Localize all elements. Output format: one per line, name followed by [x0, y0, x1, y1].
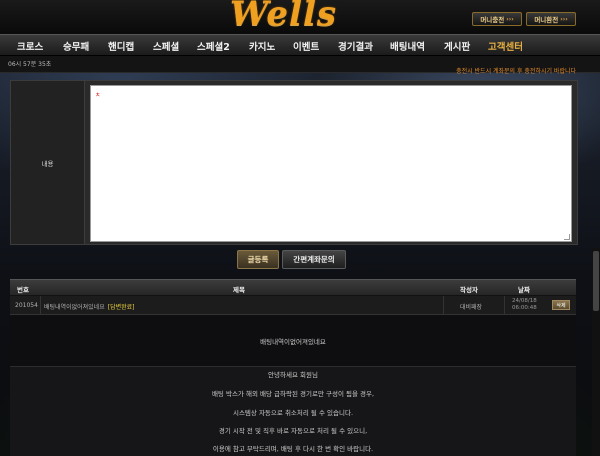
scrollbar-thumb[interactable]: [593, 251, 599, 311]
inquiry-table: 번호 제목 작성자 날짜 201054 배팅내역이없어져있네요 [답변완료] 대비…: [10, 279, 576, 456]
row-no: 201054: [15, 302, 38, 309]
delete-button[interactable]: 삭제: [552, 300, 570, 310]
chevron-right-icon: ›››: [560, 15, 568, 23]
header-no: 번호: [17, 286, 29, 294]
nav-item-board[interactable]: 게시판: [444, 39, 470, 53]
deposit-notice: 충전시 반드시 계좌문의 후 충전하시기 바랍니다: [456, 68, 576, 75]
row-title-text: 배팅내역이없어져있네요: [44, 304, 105, 311]
row-date: 24/08/18 06:00:48: [512, 298, 537, 312]
reply-line: 경기 시작 전 및 직후 바로 자동으로 처리 될 수 있으니,: [218, 427, 368, 435]
table-row[interactable]: 201054 배팅내역이없어져있네요 [답변완료] 대비패장 24/08/18 0…: [10, 296, 576, 315]
main-nav: 크로스 승무패 핸디캡 스페셜 스페셜2 카지노 이벤트 경기결과 배팅내역 게…: [0, 34, 600, 56]
money-charge-label: 머니충전: [480, 16, 505, 24]
header-author: 작성자: [460, 286, 478, 294]
money-exchange-label: 머니환전: [534, 16, 559, 24]
header-date: 날짜: [518, 286, 530, 294]
resize-handle-icon[interactable]: [564, 234, 570, 240]
account-inquiry-button[interactable]: 간편계좌문의: [282, 250, 346, 269]
row-date-time: 06:00:48: [512, 305, 537, 311]
status-bar: 06시 57분 35초 충전시 반드시 계좌문의 후 충전하시기 바랍니다: [0, 56, 600, 75]
nav-item-results[interactable]: 경기결과: [338, 39, 373, 53]
row-date-day: 24/08/18: [512, 298, 537, 304]
server-clock: 06시 57분 35초: [8, 61, 52, 68]
row-author: 대비패장: [460, 304, 483, 311]
nav-item-event[interactable]: 이벤트: [293, 39, 319, 53]
table-header: 번호 제목 작성자 날짜: [10, 279, 576, 296]
header-title: 제목: [233, 286, 245, 294]
money-charge-button[interactable]: 머니충전 ›››: [472, 12, 522, 26]
row-title[interactable]: 배팅내역이없어져있네요 [답변완료]: [44, 302, 135, 311]
admin-reply: 안녕하세요 회원님 배팅 박스가 해외 배당 급하락된 경기로만 구성이 됨을 …: [10, 367, 576, 456]
reply-line: 배팅 박스가 해외 배당 급하락된 경기로만 구성이 됨을 경우,: [211, 390, 375, 398]
answered-badge: [답변완료]: [107, 304, 135, 311]
nav-item-cross[interactable]: 크로스: [17, 39, 43, 53]
nav-item-special[interactable]: 스페셜: [153, 39, 179, 53]
money-exchange-button[interactable]: 머니환전 ›››: [526, 12, 576, 26]
site-logo[interactable]: Wells: [230, 0, 337, 34]
reply-line: 이용에 참고 부탁드리며, 배팅 후 다시 한 번 확인 바랍니다.: [212, 445, 374, 453]
site-header: Wells 머니충전 ››› 머니환전 ›››: [0, 0, 600, 34]
column-divider: [504, 296, 505, 315]
editor-text: ㅊ: [95, 92, 101, 99]
column-divider: [40, 296, 41, 315]
post-content: 배팅내역이없어져있네요: [10, 315, 576, 367]
nav-item-bet-history[interactable]: 배팅내역: [390, 39, 425, 53]
page-scrollbar[interactable]: [592, 248, 600, 456]
nav-item-customer-center[interactable]: 고객센터: [488, 39, 523, 53]
nav-item-special2[interactable]: 스페셜2: [197, 39, 230, 53]
inquiry-form: 내용 ㅊ: [10, 80, 578, 245]
reply-line: 안녕하세요 회원님: [268, 371, 318, 379]
content-textarea[interactable]: ㅊ: [90, 85, 572, 242]
column-divider: [443, 296, 444, 315]
submit-post-button[interactable]: 글등록: [237, 250, 279, 269]
reply-line: 시스템상 자동으로 취소처리 될 수 있습니다.: [232, 409, 354, 417]
content-label: 내용: [11, 81, 85, 244]
nav-item-casino[interactable]: 카지노: [249, 39, 275, 53]
chevron-right-icon: ›››: [506, 15, 514, 23]
nav-item-win-draw-lose[interactable]: 승무패: [63, 39, 89, 53]
nav-item-handicap[interactable]: 핸디캡: [108, 39, 134, 53]
